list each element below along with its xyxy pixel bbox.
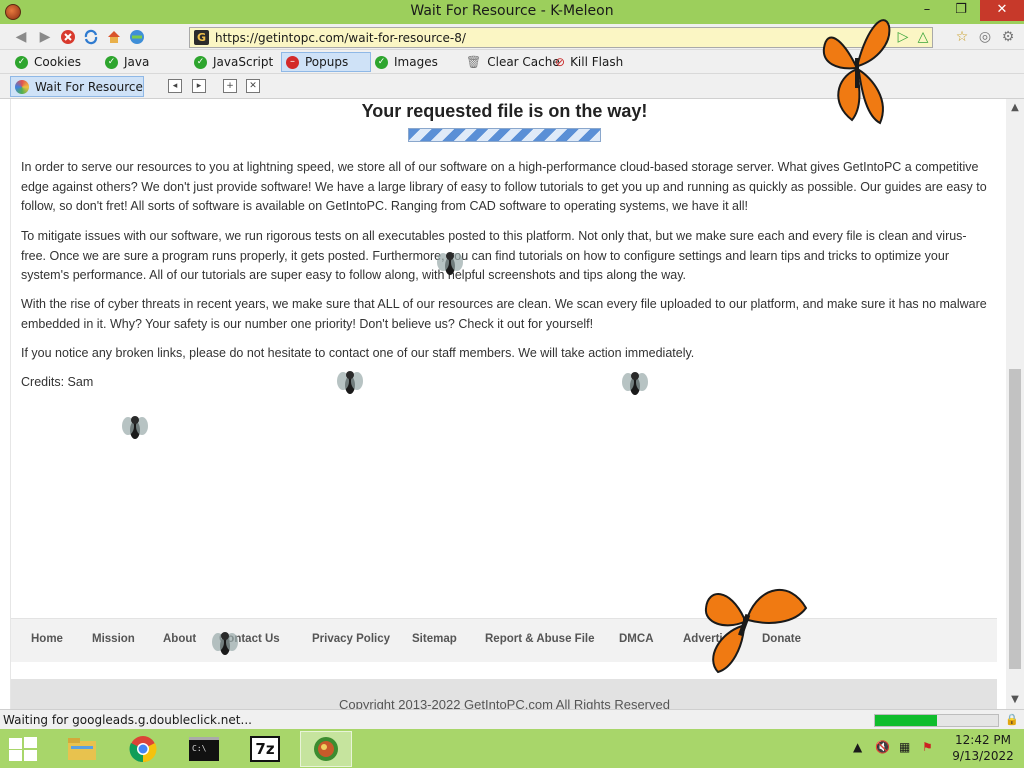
back-icon[interactable]: ◀ <box>13 29 29 45</box>
tab-wait-for-resource[interactable]: Wait For Resource <box>10 76 144 97</box>
butterfly-icon <box>822 19 891 125</box>
url-text[interactable]: https://getintopc.com/wait-for-resource-… <box>215 31 466 45</box>
download-progress-bar <box>408 128 601 142</box>
paragraph: If you notice any broken links, please d… <box>21 346 695 360</box>
site-favicon-icon: G <box>194 30 209 45</box>
lock-icon[interactable]: 🔒 <box>1005 713 1019 727</box>
javascript-toggle[interactable]: ✓ JavaScript <box>190 52 277 72</box>
check-icon: ✓ <box>194 55 207 69</box>
status-bar: Waiting for googleads.g.doubleclick.net.… <box>0 709 1024 729</box>
footer-navigation: Home Mission About Contact Us Privacy Po… <box>11 618 997 662</box>
vertical-scrollbar[interactable]: ▲ ▼ <box>1006 99 1024 709</box>
check-icon: ✓ <box>375 55 388 69</box>
paragraph: With the rise of cyber threats in recent… <box>21 297 987 331</box>
go-icon[interactable] <box>129 29 145 45</box>
footer-link-dmca[interactable]: DMCA <box>619 633 654 645</box>
scroll-up-icon[interactable]: ▲ <box>1006 99 1024 117</box>
no-flash-icon: ⊘ <box>555 55 566 69</box>
copyright-band: Copyright 2013-2022 GetIntoPC.com All Ri… <box>11 679 997 709</box>
fly-icon <box>337 371 363 394</box>
reload-icon[interactable] <box>83 29 99 45</box>
footer-link-report-abuse[interactable]: Report & Abuse File <box>485 633 594 645</box>
java-toggle[interactable]: ✓ Java <box>101 52 153 72</box>
footer-link-about[interactable]: About <box>163 633 196 645</box>
paragraph: In order to serve our resources to you a… <box>21 160 987 213</box>
images-label: Images <box>394 55 438 69</box>
status-progress-fill <box>875 715 937 726</box>
images-toggle[interactable]: ✓ Images <box>371 52 442 72</box>
tab-label: Wait For Resource <box>35 79 143 94</box>
copyright-text: Copyright 2013-2022 GetIntoPC.com All Ri… <box>339 697 670 709</box>
fly-icon <box>622 372 648 395</box>
file-explorer-icon[interactable] <box>56 731 108 767</box>
butterfly-icon <box>704 589 808 674</box>
previous-tab-icon[interactable]: ◂ <box>168 79 182 93</box>
minimize-button[interactable]: – <box>912 0 942 21</box>
clear-cache-label: Clear Cache <box>487 55 560 69</box>
close-button[interactable]: ✕ <box>980 0 1024 21</box>
svg-text:C:\: C:\ <box>192 744 207 753</box>
popups-toggle[interactable]: – Popups <box>281 52 371 72</box>
cookies-label: Cookies <box>34 55 81 69</box>
fly-icon <box>122 416 148 439</box>
footer-link-sitemap[interactable]: Sitemap <box>412 633 457 645</box>
network-icon[interactable]: ▦ <box>899 740 910 754</box>
k-meleon-taskbar-icon[interactable] <box>300 731 352 767</box>
new-tab-icon[interactable]: + <box>223 79 237 93</box>
trash-icon: 🗑 <box>466 55 482 69</box>
scroll-thumb[interactable] <box>1009 369 1021 669</box>
home-icon[interactable] <box>106 29 122 45</box>
blocked-icon: – <box>286 55 299 69</box>
credits-text: Credits: Sam <box>21 375 94 389</box>
start-windows-icon[interactable] <box>8 737 38 761</box>
fly-icon <box>437 252 463 275</box>
footer-link-mission[interactable]: Mission <box>92 633 135 645</box>
taskbar: C:\ 7z ▲ 🔇 ▦ ⚑ 12:42 PM 9/13/2022 <box>0 729 1024 768</box>
volume-muted-icon[interactable]: 🔇 <box>875 740 890 754</box>
go-arrow-icon[interactable]: ▷ <box>895 29 911 45</box>
kill-flash-button[interactable]: ⊘ Kill Flash <box>551 52 627 72</box>
page-content: Your requested file is on the way! In or… <box>10 99 997 709</box>
status-progress-bar <box>874 714 999 727</box>
settings-gear-icon[interactable]: ⚙ <box>1000 29 1016 45</box>
maximize-button[interactable]: ❐ <box>946 0 976 21</box>
stop-icon[interactable] <box>60 29 76 45</box>
tray-expand-icon[interactable]: ▲ <box>853 740 862 754</box>
popups-label: Popups <box>305 55 349 69</box>
check-icon: ✓ <box>15 55 28 69</box>
java-label: Java <box>124 55 150 69</box>
clear-cache-button[interactable]: 🗑 Clear Cache <box>462 52 564 72</box>
check-icon: ✓ <box>105 55 118 69</box>
scroll-down-icon[interactable]: ▼ <box>1006 691 1024 709</box>
terminal-icon[interactable]: C:\ <box>178 731 230 767</box>
footer-link-home[interactable]: Home <box>31 633 63 645</box>
fly-icon <box>212 632 238 655</box>
forward-icon[interactable]: ▶ <box>37 29 53 45</box>
action-center-flag-icon[interactable]: ⚑ <box>922 740 933 754</box>
close-tab-icon[interactable]: ✕ <box>246 79 260 93</box>
chrome-icon[interactable] <box>117 731 169 767</box>
status-text: Waiting for googleads.g.doubleclick.net.… <box>3 713 252 727</box>
loading-spinner-icon <box>15 79 29 94</box>
history-icon[interactable]: ◎ <box>977 29 993 45</box>
javascript-label: JavaScript <box>213 55 274 69</box>
footer-link-privacy-policy[interactable]: Privacy Policy <box>312 633 390 645</box>
cookies-toggle[interactable]: ✓ Cookies <box>11 52 85 72</box>
up-icon[interactable]: △ <box>915 29 931 45</box>
clock-date: 9/13/2022 <box>952 749 1014 763</box>
next-tab-icon[interactable]: ▸ <box>192 79 206 93</box>
system-clock[interactable]: 12:42 PM 9/13/2022 <box>952 732 1014 764</box>
paragraph: To mitigate issues with our software, we… <box>21 229 967 282</box>
7zip-icon[interactable]: 7z <box>239 731 291 767</box>
bookmark-star-icon[interactable]: ☆ <box>954 29 970 45</box>
clock-time: 12:42 PM <box>955 733 1011 747</box>
kill-flash-label: Kill Flash <box>570 55 624 69</box>
